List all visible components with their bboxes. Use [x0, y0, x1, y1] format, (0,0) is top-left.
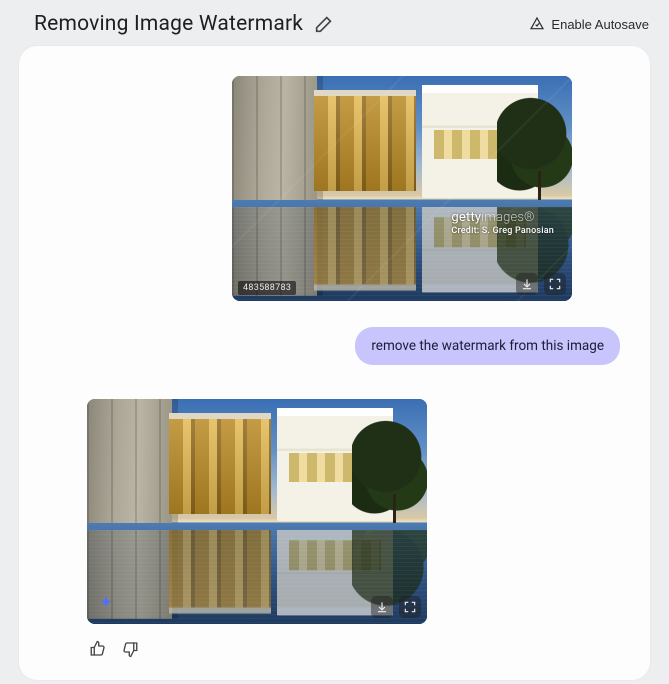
cloud-autosave-icon — [529, 16, 545, 32]
app-root: Removing Image Watermark Enable Autosave — [0, 0, 669, 684]
thumbs-down-icon — [121, 640, 139, 658]
edit-title-button[interactable] — [313, 13, 335, 35]
enable-autosave-label: Enable Autosave — [551, 17, 649, 32]
ai-generated-badge — [95, 594, 117, 616]
fullscreen-icon — [403, 600, 417, 614]
expand-image-button[interactable] — [544, 273, 566, 295]
download-icon — [375, 600, 389, 614]
user-message-bubble: remove the watermark from this image — [355, 327, 620, 365]
download-image-button[interactable] — [516, 273, 538, 295]
row-user-prompt: remove the watermark from this image — [49, 301, 620, 365]
ai-image-tile[interactable] — [87, 399, 427, 624]
fullscreen-icon — [548, 277, 562, 291]
thumbs-down-button[interactable] — [119, 638, 141, 660]
download-icon — [520, 277, 534, 291]
conversation-card: gettyimages® Credit: S. Greg Panosian 48… — [19, 46, 650, 680]
photo-scene — [87, 399, 427, 624]
photo-scene — [232, 76, 572, 301]
row-ai-image — [49, 365, 620, 624]
page-title: Removing Image Watermark — [34, 12, 303, 36]
download-image-button[interactable] — [371, 596, 393, 618]
tile-actions — [516, 273, 566, 295]
title-wrap: Removing Image Watermark — [34, 12, 335, 36]
thumbs-up-button[interactable] — [87, 638, 109, 660]
feedback-row — [87, 638, 620, 660]
thumbs-up-icon — [89, 640, 107, 658]
row-user-image: gettyimages® Credit: S. Greg Panosian 48… — [49, 76, 620, 301]
sparkle-icon — [95, 594, 117, 616]
enable-autosave-button[interactable]: Enable Autosave — [527, 12, 651, 36]
user-message-text: remove the watermark from this image — [371, 338, 604, 354]
expand-image-button[interactable] — [399, 596, 421, 618]
tile-actions — [371, 596, 421, 618]
pencil-icon — [313, 13, 335, 35]
header: Removing Image Watermark Enable Autosave — [0, 0, 669, 46]
user-image-tile[interactable]: gettyimages® Credit: S. Greg Panosian 48… — [232, 76, 572, 301]
